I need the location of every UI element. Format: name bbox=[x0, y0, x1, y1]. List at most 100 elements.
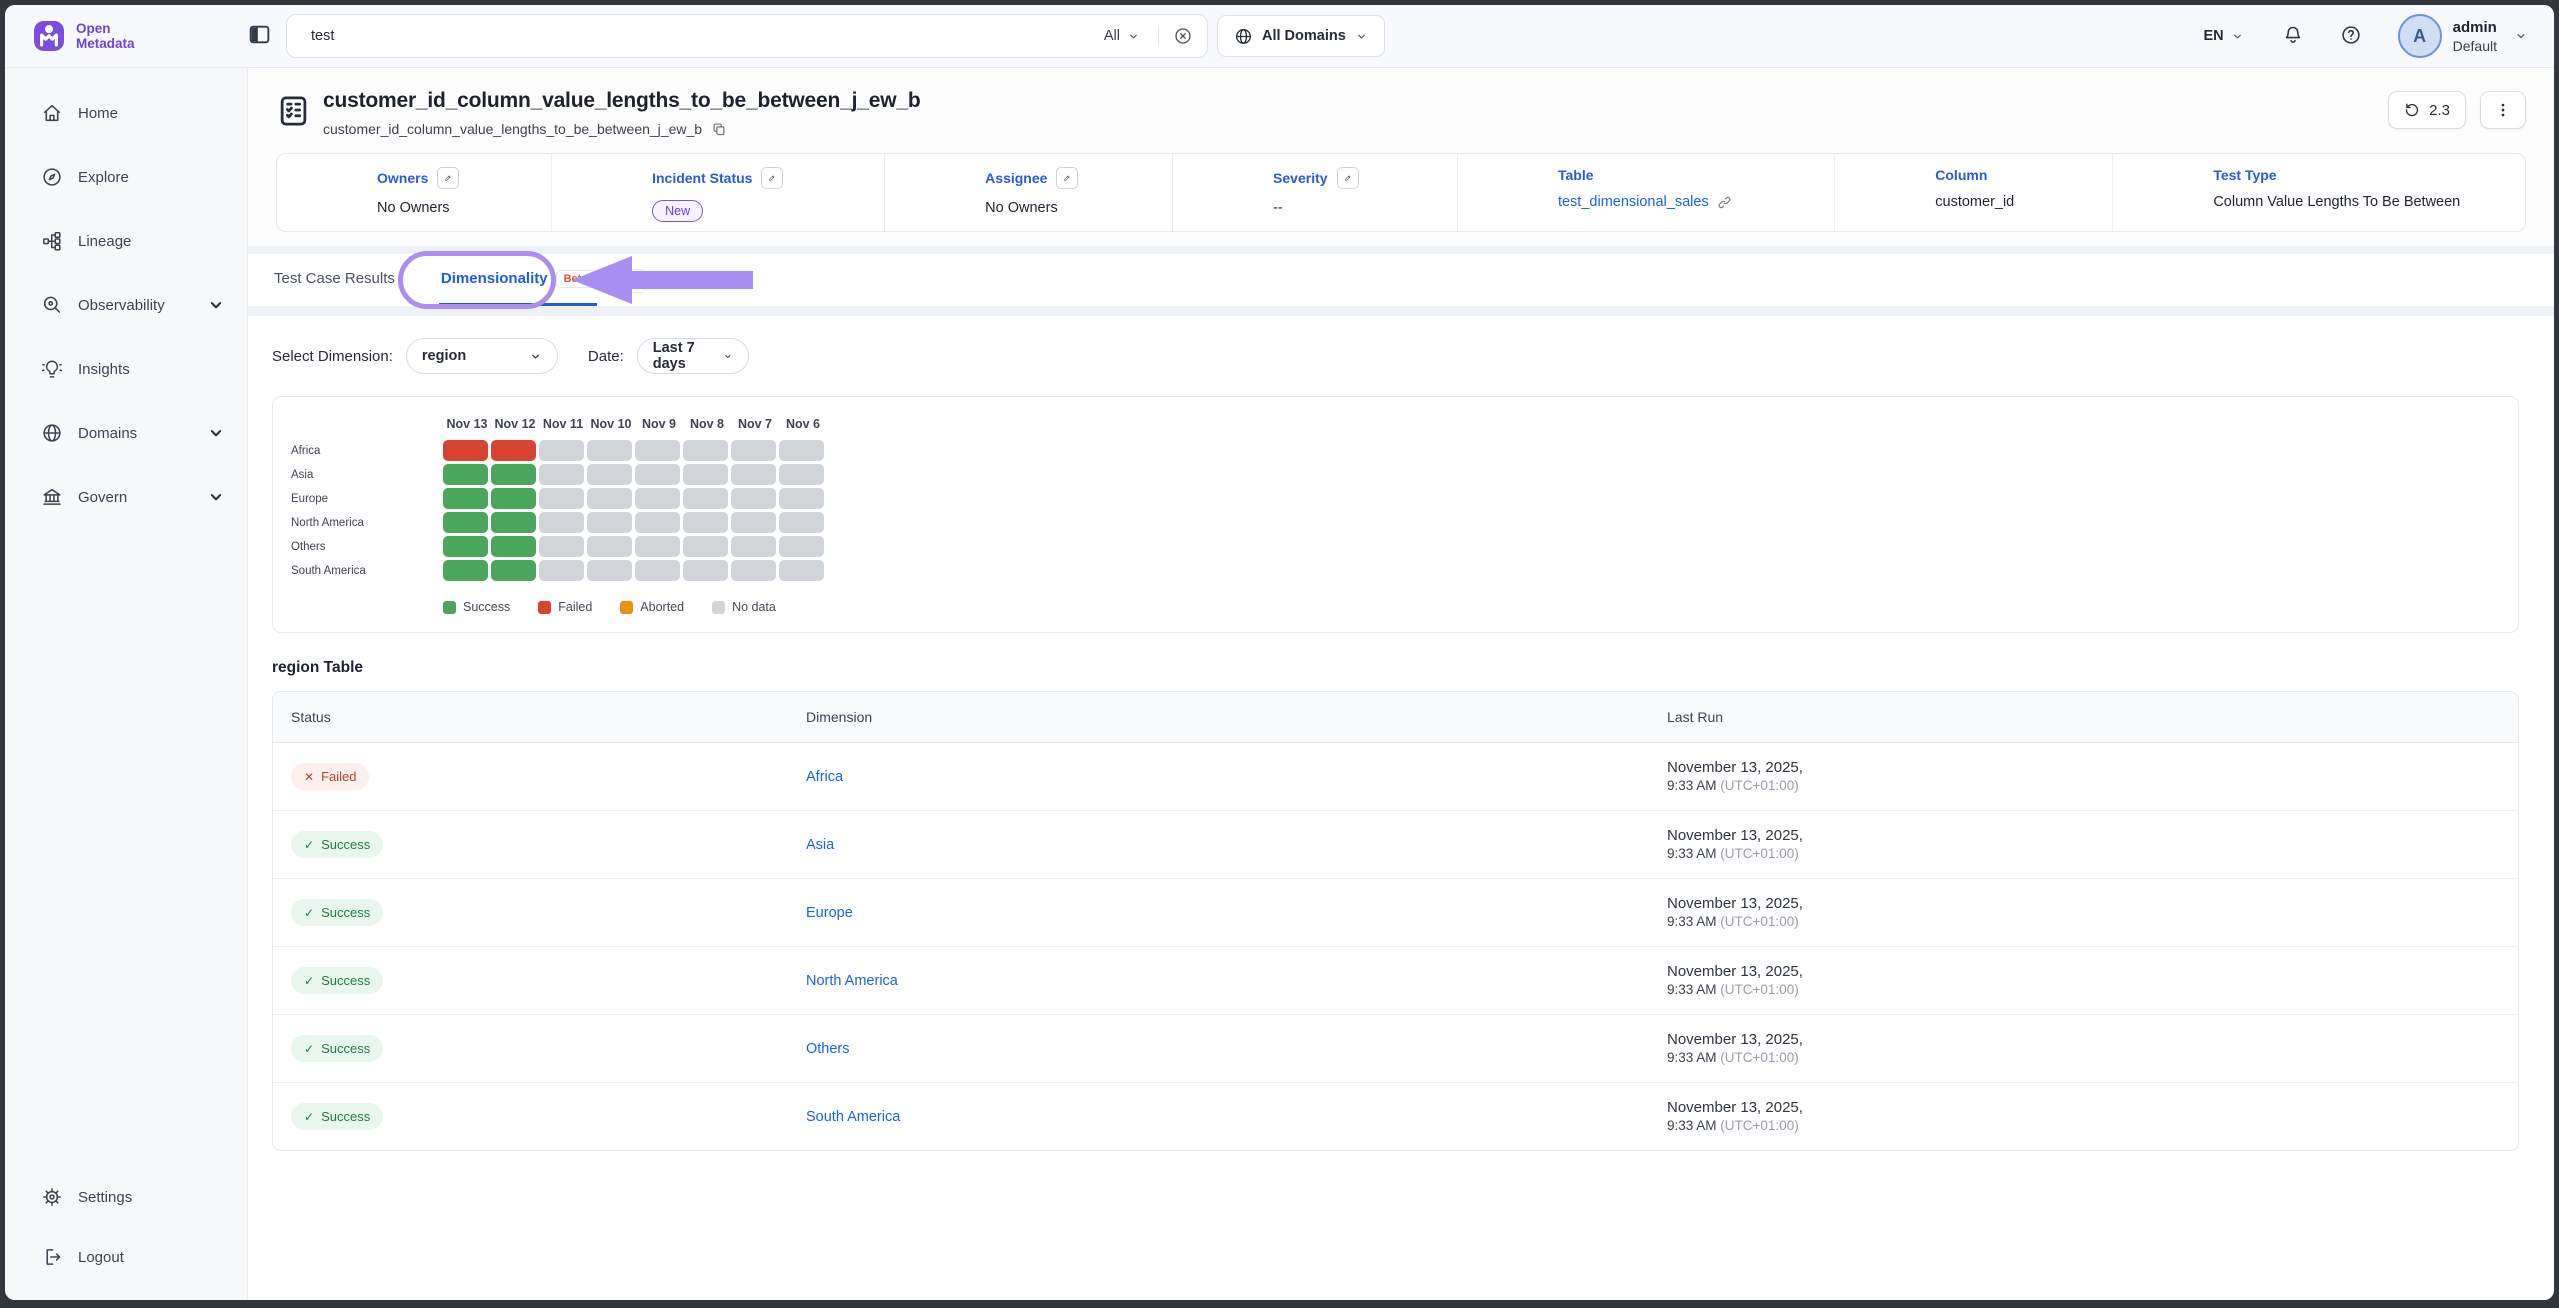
last-run-timezone: (UTC+01:00) bbox=[1720, 982, 1798, 997]
sidebar-toggle-icon[interactable] bbox=[247, 22, 272, 50]
heatmap-cell-nodata[interactable] bbox=[539, 488, 584, 509]
search-scope-dropdown[interactable]: All bbox=[1092, 28, 1152, 44]
copy-icon[interactable] bbox=[711, 121, 727, 137]
heatmap-cell-nodata[interactable] bbox=[779, 440, 824, 461]
heatmap-cell-nodata[interactable] bbox=[587, 440, 632, 461]
heatmap-cell-nodata[interactable] bbox=[587, 512, 632, 533]
more-options-button[interactable] bbox=[2480, 91, 2526, 129]
edit-pencil-icon[interactable] bbox=[1337, 167, 1359, 189]
dimension-link[interactable]: Africa bbox=[806, 769, 843, 785]
heatmap-row-label: Europe bbox=[273, 493, 443, 505]
sidebar-item-settings[interactable]: Settings bbox=[5, 1168, 247, 1226]
heatmap-cell-success[interactable] bbox=[443, 488, 488, 509]
heatmap-cell-success[interactable] bbox=[443, 512, 488, 533]
heatmap-cell-success[interactable] bbox=[443, 464, 488, 485]
table-link[interactable]: test_dimensional_sales bbox=[1558, 194, 1709, 210]
edit-pencil-icon[interactable] bbox=[1056, 167, 1078, 189]
heatmap-cell-nodata[interactable] bbox=[683, 536, 728, 557]
heatmap-cell-success[interactable] bbox=[491, 560, 536, 581]
heatmap-cell-nodata[interactable] bbox=[539, 440, 584, 461]
heatmap-cell-nodata[interactable] bbox=[587, 488, 632, 509]
dimension-link[interactable]: Europe bbox=[806, 905, 853, 921]
date-range-select[interactable]: Last 7 days bbox=[637, 338, 749, 374]
last-run-time: 9:33 AM bbox=[1667, 914, 1717, 929]
heatmap-cell-success[interactable] bbox=[443, 536, 488, 557]
heatmap-cell-nodata[interactable] bbox=[683, 560, 728, 581]
heatmap-cell-success[interactable] bbox=[443, 560, 488, 581]
sidebar-item-home[interactable]: Home bbox=[5, 82, 247, 144]
heatmap-cell-nodata[interactable] bbox=[587, 464, 632, 485]
dimension-link[interactable]: Asia bbox=[806, 837, 834, 853]
heatmap-cell-success[interactable] bbox=[491, 512, 536, 533]
user-menu[interactable]: A admin Default bbox=[2398, 14, 2528, 58]
heatmap-cell-nodata[interactable] bbox=[779, 464, 824, 485]
heatmap-row-europe: Europe bbox=[273, 488, 2518, 509]
heatmap-row-south-america: South America bbox=[273, 560, 2518, 581]
heatmap-cell-nodata[interactable] bbox=[539, 512, 584, 533]
heatmap-cell-nodata[interactable] bbox=[539, 536, 584, 557]
heatmap-cell-nodata[interactable] bbox=[731, 440, 776, 461]
heatmap-cell-nodata[interactable] bbox=[779, 488, 824, 509]
search-input[interactable] bbox=[309, 27, 1092, 45]
main-content: customer_id_column_value_lengths_to_be_b… bbox=[248, 68, 2554, 1300]
dimension-select[interactable]: region bbox=[406, 338, 558, 374]
sidebar-item-observability[interactable]: Observability bbox=[5, 274, 247, 336]
last-run-cell: November 13, 2025,9:33 AM (UTC+01:00) bbox=[1649, 826, 2518, 863]
heatmap-cell-nodata[interactable] bbox=[635, 560, 680, 581]
heatmap-cell-nodata[interactable] bbox=[539, 464, 584, 485]
heatmap-cell-nodata[interactable] bbox=[779, 536, 824, 557]
sidebar-item-logout[interactable]: Logout bbox=[5, 1228, 247, 1286]
openmetadata-logo[interactable]: OpenMetadata bbox=[31, 18, 247, 54]
notifications-bell-icon[interactable] bbox=[2282, 24, 2304, 49]
heatmap-cell-nodata[interactable] bbox=[731, 536, 776, 557]
chevron-down-icon bbox=[1127, 30, 1140, 43]
meta-value: No Owners bbox=[377, 200, 450, 216]
tab-dimensionality[interactable]: DimensionalityBeta bbox=[439, 254, 598, 306]
heatmap-cell-nodata[interactable] bbox=[635, 464, 680, 485]
heatmap-cell-nodata[interactable] bbox=[731, 512, 776, 533]
table-header-row: StatusDimensionLast Run bbox=[273, 692, 2518, 743]
heatmap-cell-nodata[interactable] bbox=[635, 440, 680, 461]
sidebar-item-domains[interactable]: Domains bbox=[5, 402, 247, 464]
heatmap-cell-success[interactable] bbox=[491, 464, 536, 485]
heatmap-cell-nodata[interactable] bbox=[587, 560, 632, 581]
dimension-link[interactable]: South America bbox=[806, 1109, 900, 1125]
help-icon[interactable] bbox=[2340, 24, 2362, 49]
dimension-link[interactable]: Others bbox=[806, 1041, 850, 1057]
search-clear-icon[interactable] bbox=[1173, 26, 1193, 46]
status-label: Failed bbox=[321, 769, 356, 784]
edit-pencil-icon[interactable] bbox=[437, 167, 459, 189]
heatmap-cell-nodata[interactable] bbox=[635, 488, 680, 509]
sidebar-item-govern[interactable]: Govern bbox=[5, 466, 247, 528]
version-button[interactable]: 2.3 bbox=[2388, 91, 2466, 129]
table-row: ✓SuccessNorth AmericaNovember 13, 2025,9… bbox=[273, 946, 2518, 1014]
heatmap-cell-nodata[interactable] bbox=[779, 560, 824, 581]
heatmap-cell-nodata[interactable] bbox=[587, 536, 632, 557]
heatmap-cell-nodata[interactable] bbox=[731, 488, 776, 509]
dimension-link[interactable]: North America bbox=[806, 973, 898, 989]
sidebar-item-insights[interactable]: Insights bbox=[5, 338, 247, 400]
heatmap-cell-nodata[interactable] bbox=[539, 560, 584, 581]
heatmap-cell-nodata[interactable] bbox=[731, 560, 776, 581]
heatmap-cell-success[interactable] bbox=[491, 488, 536, 509]
heatmap-cell-nodata[interactable] bbox=[779, 512, 824, 533]
logout-icon bbox=[41, 1246, 63, 1268]
heatmap-cell-failed[interactable] bbox=[443, 440, 488, 461]
heatmap-cell-nodata[interactable] bbox=[683, 488, 728, 509]
heatmap-cell-nodata[interactable] bbox=[683, 464, 728, 485]
sidebar-item-explore[interactable]: Explore bbox=[5, 146, 247, 208]
heatmap-cell-success[interactable] bbox=[491, 536, 536, 557]
language-selector[interactable]: EN bbox=[2203, 28, 2243, 44]
heatmap-cell-nodata[interactable] bbox=[635, 512, 680, 533]
heatmap-cell-nodata[interactable] bbox=[683, 440, 728, 461]
sidebar-item-lineage[interactable]: Lineage bbox=[5, 210, 247, 272]
tab-test-case-results[interactable]: Test Case Results bbox=[272, 254, 397, 306]
legend-label: No data bbox=[732, 600, 776, 614]
edit-pencil-icon[interactable] bbox=[761, 167, 783, 189]
global-search: All bbox=[286, 14, 1208, 58]
heatmap-cell-failed[interactable] bbox=[491, 440, 536, 461]
heatmap-cell-nodata[interactable] bbox=[683, 512, 728, 533]
all-domains-button[interactable]: All Domains bbox=[1217, 15, 1385, 57]
heatmap-cell-nodata[interactable] bbox=[731, 464, 776, 485]
heatmap-cell-nodata[interactable] bbox=[635, 536, 680, 557]
